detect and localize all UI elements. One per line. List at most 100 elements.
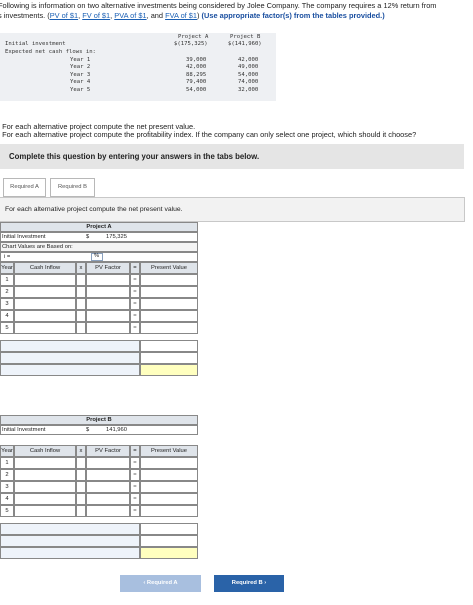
pv-factor-input[interactable] [86, 493, 130, 505]
present-value-input[interactable] [140, 298, 198, 310]
cash-inflow-input[interactable] [14, 481, 76, 493]
x-cell [76, 286, 86, 298]
year-cell: 2 [0, 286, 14, 298]
pv-factor-input[interactable] [86, 481, 130, 493]
next-required-b-button[interactable]: Required B › [214, 575, 284, 592]
header-x: x [76, 445, 86, 457]
present-value-input[interactable] [140, 322, 198, 334]
row-value-a: 39,000 [186, 57, 207, 63]
cash-inflow-input[interactable] [14, 286, 76, 298]
header-eq: = [130, 262, 140, 274]
pv-factor-input[interactable] [86, 322, 130, 334]
equals-sign: = [130, 310, 140, 322]
present-value-input[interactable] [140, 286, 198, 298]
year-cell: 4 [0, 310, 14, 322]
year-cell: 1 [0, 457, 14, 469]
factor-instruction: (Use appropriate factor(s) from the tabl… [201, 11, 385, 20]
row-value-b: 32,000 [238, 86, 259, 93]
row-year-label: Year 3 [70, 71, 91, 78]
present-value-input[interactable] [140, 469, 198, 481]
problem-intro: Following is information on two alternat… [0, 1, 473, 21]
present-value-input[interactable] [140, 481, 198, 493]
header-pv: Present Value [140, 445, 198, 457]
initial-investment-label: Initial Investment [2, 427, 46, 433]
summary-value-2[interactable] [140, 352, 198, 364]
row-year-label: Year 2 [70, 64, 91, 71]
row-year-label: Year 1 [70, 57, 91, 63]
cash-inflow-input[interactable] [14, 469, 76, 481]
initial-investment-label: Initial Investment [2, 234, 46, 240]
pv-factor-input[interactable] [86, 457, 130, 469]
flows-label: Expected net cash flows in: [5, 49, 96, 55]
x-cell [76, 322, 86, 334]
summary-label-input-1[interactable] [0, 523, 140, 535]
row-value-a: 54,000 [186, 86, 207, 93]
x-cell [76, 274, 86, 286]
header-cash: Cash Inflow [14, 262, 76, 274]
x-cell [76, 310, 86, 322]
net-present-value-total[interactable] [140, 547, 198, 559]
summary-label-input-1[interactable] [0, 340, 140, 352]
row-year-label: Year 4 [70, 79, 91, 86]
pv-factor-input[interactable] [86, 469, 130, 481]
fv-of-1-link[interactable]: FV of $1 [82, 11, 110, 20]
cash-inflow-input[interactable] [14, 505, 76, 517]
pv-factor-input[interactable] [86, 505, 130, 517]
tab-required-b[interactable]: Required B [50, 178, 95, 197]
instruction-banner: Complete this question by entering your … [0, 144, 464, 169]
net-present-value-label-input[interactable] [0, 364, 140, 376]
row-value-b: 42,000 [238, 57, 259, 63]
present-value-input[interactable] [140, 457, 198, 469]
pva-of-1-link[interactable]: PVA of $1 [114, 11, 146, 20]
header-factor: PV Factor [86, 445, 130, 457]
initial-investment-value: 175,325 [106, 234, 127, 240]
summary-label-input-2[interactable] [0, 352, 140, 364]
equals-sign: = [130, 457, 140, 469]
intro-line-2: s investments. (PV of $1, FV of $1, PVA … [0, 11, 385, 20]
cash-inflow-input[interactable] [14, 457, 76, 469]
net-present-value-total[interactable] [140, 364, 198, 376]
cash-inflow-input[interactable] [14, 298, 76, 310]
cash-inflow-input[interactable] [14, 322, 76, 334]
x-cell [76, 493, 86, 505]
net-present-value-label-input[interactable] [0, 547, 140, 559]
dollar-sign: $ [86, 234, 90, 240]
tab-required-a[interactable]: Required A [3, 178, 46, 197]
header-pv: Present Value [140, 262, 198, 274]
cash-inflow-input[interactable] [14, 310, 76, 322]
pv-factor-input[interactable] [86, 286, 130, 298]
pv-factor-input[interactable] [86, 298, 130, 310]
equals-sign: = [130, 493, 140, 505]
initial-investment-value: 141,960 [106, 427, 127, 433]
pv-of-1-link[interactable]: PV of $1 [50, 11, 78, 20]
pv-factor-input[interactable] [86, 310, 130, 322]
year-cell: 2 [0, 469, 14, 481]
chart-values-label: Chart Values are Based on: [2, 244, 73, 250]
cash-inflow-input[interactable] [14, 493, 76, 505]
year-cell: 3 [0, 298, 14, 310]
present-value-input[interactable] [140, 505, 198, 517]
present-value-input[interactable] [140, 310, 198, 322]
cash-inflow-input[interactable] [14, 274, 76, 286]
initial-b: $(141,960) [228, 41, 262, 47]
x-cell [76, 469, 86, 481]
summary-value-1[interactable] [140, 523, 198, 535]
question-b: . For each alternative project compute t… [0, 130, 417, 139]
percent-sign: % [94, 253, 100, 259]
project-b-title: Project B [0, 415, 198, 425]
prev-required-a-button[interactable]: ‹ Required A [120, 575, 201, 592]
summary-label-input-2[interactable] [0, 535, 140, 547]
pv-factor-input[interactable] [86, 274, 130, 286]
year-cell: 3 [0, 481, 14, 493]
investment-data-table: Project A Project B Initial investment $… [0, 33, 276, 101]
fva-of-1-link[interactable]: FVA of $1 [165, 11, 197, 20]
present-value-input[interactable] [140, 493, 198, 505]
row-value-a: 79,400 [186, 79, 207, 86]
equals-sign: = [130, 286, 140, 298]
summary-value-1[interactable] [140, 340, 198, 352]
equals-sign: = [130, 469, 140, 481]
summary-value-2[interactable] [140, 535, 198, 547]
x-cell [76, 298, 86, 310]
present-value-input[interactable] [140, 274, 198, 286]
equals-sign: = [130, 274, 140, 286]
